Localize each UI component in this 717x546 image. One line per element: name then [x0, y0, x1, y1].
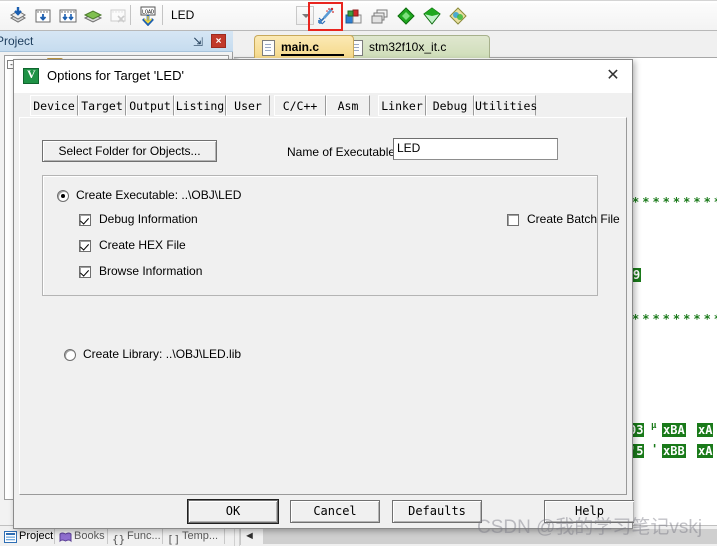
toolbar-top-divider — [0, 0, 717, 3]
name-of-executable-input[interactable]: LED — [393, 138, 558, 160]
green-diamond-icon[interactable] — [396, 6, 416, 26]
create-hex-file-label: Create HEX File — [99, 238, 186, 252]
tab-target[interactable]: Target — [78, 95, 126, 116]
cancel-button[interactable]: Cancel — [290, 500, 380, 523]
target-select-dropdown[interactable] — [296, 6, 314, 25]
tab-user[interactable]: User — [226, 95, 270, 116]
create-executable-radio[interactable] — [57, 190, 69, 202]
target-options-icon[interactable] — [316, 6, 336, 26]
tab-device[interactable]: Device — [30, 95, 78, 116]
scrollbar-track[interactable] — [263, 529, 717, 544]
code-fragment-highlight: xA — [697, 444, 714, 458]
document-tabbar: main.c stm32f10x_it.c — [234, 31, 717, 58]
document-tab-main-c[interactable]: main.c — [254, 35, 354, 58]
debug-information-label: Debug Information — [99, 212, 198, 226]
multi-project-icon[interactable] — [370, 6, 390, 26]
code-fragment: ********* — [632, 312, 717, 326]
output-options-groupbox: Create Executable: ..\OBJ\LED Debug Info… — [42, 175, 620, 296]
tab-output[interactable]: Output — [126, 95, 174, 116]
code-fragment: ********* — [632, 195, 717, 209]
defaults-button[interactable]: Defaults — [392, 500, 482, 523]
dialog-titlebar: Options for Target 'LED' ✕ — [14, 60, 632, 93]
dialog-title: Options for Target 'LED' — [47, 68, 184, 83]
toolbar-divider-1 — [130, 5, 131, 25]
application-window: LOAD LED Project ⇲ × - main.c stm32f10x_… — [0, 0, 717, 546]
document-tab-label: stm32f10x_it.c — [369, 40, 447, 54]
create-library-radio[interactable] — [64, 349, 76, 361]
browse-information-label: Browse Information — [99, 264, 203, 278]
document-tab-stm32f10x-it-c[interactable]: stm32f10x_it.c — [342, 35, 490, 58]
debug-information-checkbox[interactable] — [79, 214, 91, 226]
bottom-tab-label: Temp... — [182, 530, 219, 542]
toolbar-divider-2 — [162, 5, 163, 25]
bottom-tab-label: Func... — [127, 530, 161, 542]
bottom-tab-label: Books — [74, 530, 105, 542]
stop-build-icon — [108, 6, 128, 26]
close-icon[interactable]: × — [211, 34, 226, 48]
tab-asm[interactable]: Asm — [326, 95, 370, 116]
bottom-tab-divider — [54, 529, 55, 544]
tab-c-cpp[interactable]: C/C++ — [274, 95, 326, 116]
name-of-executable-label: Name of Executable: — [287, 145, 399, 159]
svg-text:LOAD: LOAD — [142, 10, 154, 16]
active-target-label: LED — [171, 8, 195, 22]
select-folder-for-objects-button[interactable]: Select Folder for Objects... — [42, 140, 217, 162]
create-hex-file-checkbox[interactable] — [79, 240, 91, 252]
create-batch-file-label: Create Batch File — [527, 212, 620, 226]
editor-horizontal-scrollbar[interactable]: ◄ — [240, 528, 717, 545]
scroll-left-arrow-icon[interactable]: ◄ — [244, 530, 255, 542]
books-icon[interactable] — [448, 6, 468, 26]
bottom-tab-books[interactable]: Books — [57, 527, 105, 546]
dialog-tabstrip: Device Target Output Listing User C/C++ … — [14, 93, 632, 118]
document-tab-label: main.c — [281, 40, 320, 54]
help-button[interactable]: Help — [544, 500, 634, 523]
bottom-tab-divider — [107, 529, 108, 544]
options-for-target-dialog: Options for Target 'LED' ✕ Device Target… — [13, 59, 634, 529]
file-icon — [262, 40, 275, 56]
active-tab-underline — [281, 54, 344, 56]
templates-icon: [] — [167, 533, 181, 546]
download-to-flash-icon[interactable]: LOAD — [138, 6, 158, 27]
configuration-wizard-icon[interactable] — [422, 6, 442, 26]
code-fragment: µ — [651, 421, 657, 431]
main-toolbar: LOAD LED — [0, 0, 717, 31]
project-panel-title: Project — [0, 34, 34, 48]
create-library-label: Create Library: ..\OBJ\LED.lib — [83, 347, 242, 361]
tab-listing[interactable]: Listing — [174, 95, 226, 116]
bottom-tab-templates[interactable]: [] Temp... — [165, 527, 218, 546]
manage-project-items-icon[interactable] — [344, 6, 364, 26]
pin-icon[interactable]: ⇲ — [193, 35, 203, 49]
books-icon — [59, 531, 72, 543]
code-fragment-highlight: xBA — [662, 423, 686, 437]
code-fragment-highlight: xBB — [662, 444, 686, 458]
close-icon[interactable]: ✕ — [602, 66, 624, 86]
bottom-tab-divider — [224, 529, 225, 544]
code-fragment: ' — [651, 442, 659, 456]
tab-debug[interactable]: Debug — [426, 95, 474, 116]
keil-uvision-icon — [23, 67, 39, 84]
bottom-tab-label: Project — [19, 530, 54, 542]
rebuild-all-icon[interactable] — [58, 6, 78, 26]
build-target-icon[interactable] — [8, 6, 28, 26]
tab-utilities[interactable]: Utilities — [474, 95, 537, 116]
code-fragment-highlight: xA — [697, 423, 714, 437]
translate-icon[interactable] — [33, 6, 53, 26]
dialog-client-panel: Select Folder for Objects... Name of Exe… — [19, 117, 627, 495]
create-executable-label: Create Executable: ..\OBJ\LED — [76, 188, 242, 202]
browse-information-checkbox[interactable] — [79, 266, 91, 278]
tab-linker[interactable]: Linker — [378, 95, 426, 116]
bottom-tab-functions[interactable]: {} Func... — [110, 527, 161, 546]
project-panel-titlebar: Project ⇲ × — [0, 31, 233, 52]
create-batch-file-checkbox[interactable] — [507, 214, 519, 226]
bottom-tab-project[interactable]: Project — [2, 527, 53, 546]
project-tree-icon — [4, 531, 17, 543]
functions-icon: {} — [112, 533, 126, 546]
code-fragment-highlight: 9 — [632, 268, 642, 282]
batch-build-icon[interactable] — [83, 6, 103, 26]
bottom-tab-divider — [162, 529, 163, 544]
ok-button[interactable]: OK — [188, 500, 278, 523]
